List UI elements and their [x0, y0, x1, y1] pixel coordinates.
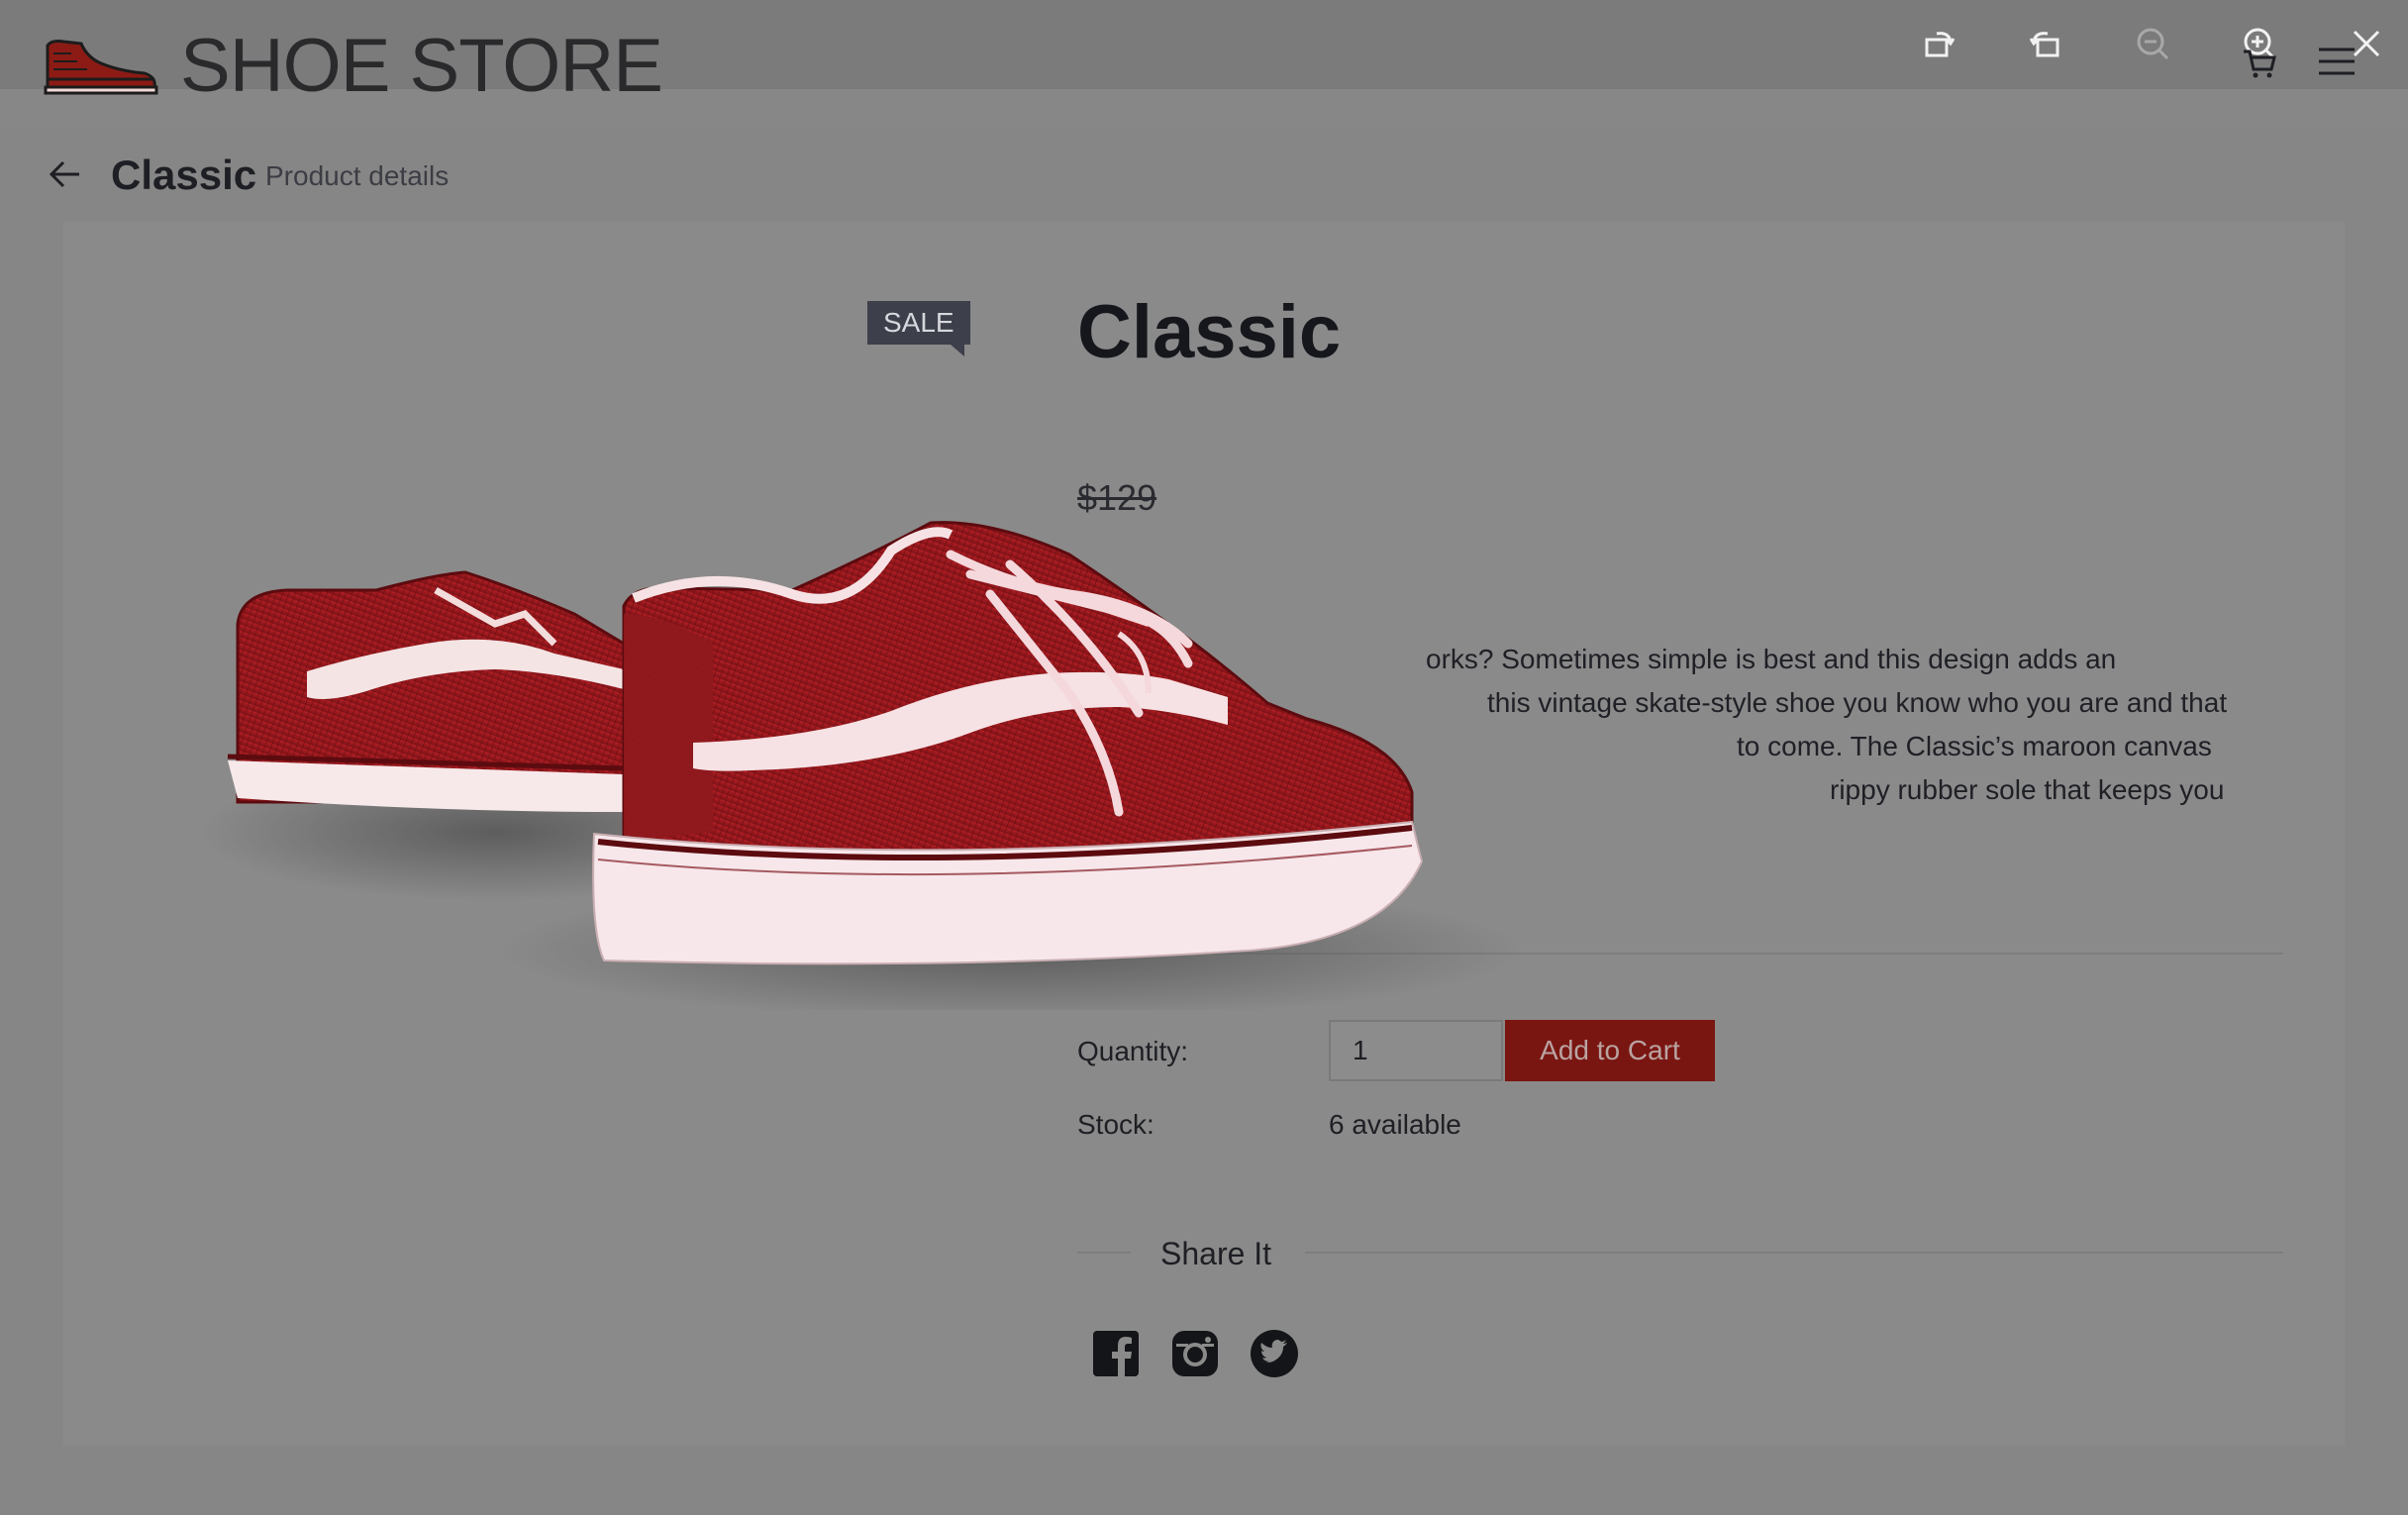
product-title: Classic — [1077, 290, 1342, 374]
share-divider-left — [1077, 1252, 1131, 1254]
quantity-input[interactable] — [1329, 1020, 1503, 1081]
brand-name[interactable]: SHOE STORE — [180, 22, 663, 111]
stock-value: 6 available — [1329, 1109, 1461, 1140]
sneaker-logo-icon[interactable] — [42, 32, 160, 95]
arrow-left-icon[interactable] — [44, 152, 87, 196]
stock-label: Stock: — [1077, 1109, 1154, 1140]
product-image[interactable] — [198, 495, 1881, 1010]
description-line: rippy rubber sole that keeps you — [1830, 774, 2225, 805]
instagram-icon[interactable] — [1170, 1329, 1220, 1378]
sale-badge: SALE — [867, 301, 970, 345]
add-to-cart-button[interactable]: Add to Cart — [1505, 1020, 1715, 1081]
share-title: Share It — [1160, 1236, 1272, 1271]
page-title: Classic — [111, 152, 257, 198]
menu-icon[interactable] — [2317, 44, 2357, 79]
zoom-out-icon[interactable] — [2127, 18, 2178, 69]
rotate-left-icon[interactable] — [1913, 18, 1964, 69]
facebook-icon[interactable] — [1091, 1329, 1141, 1378]
sale-badge-tail — [951, 345, 964, 356]
twitter-icon[interactable] — [1250, 1329, 1299, 1378]
cart-icon[interactable] — [2242, 48, 2277, 79]
quantity-label: Quantity: — [1077, 1036, 1189, 1066]
share-divider-right — [1305, 1252, 2283, 1254]
page-subtitle: Product details — [265, 160, 450, 191]
rotate-right-icon[interactable] — [2020, 18, 2071, 69]
